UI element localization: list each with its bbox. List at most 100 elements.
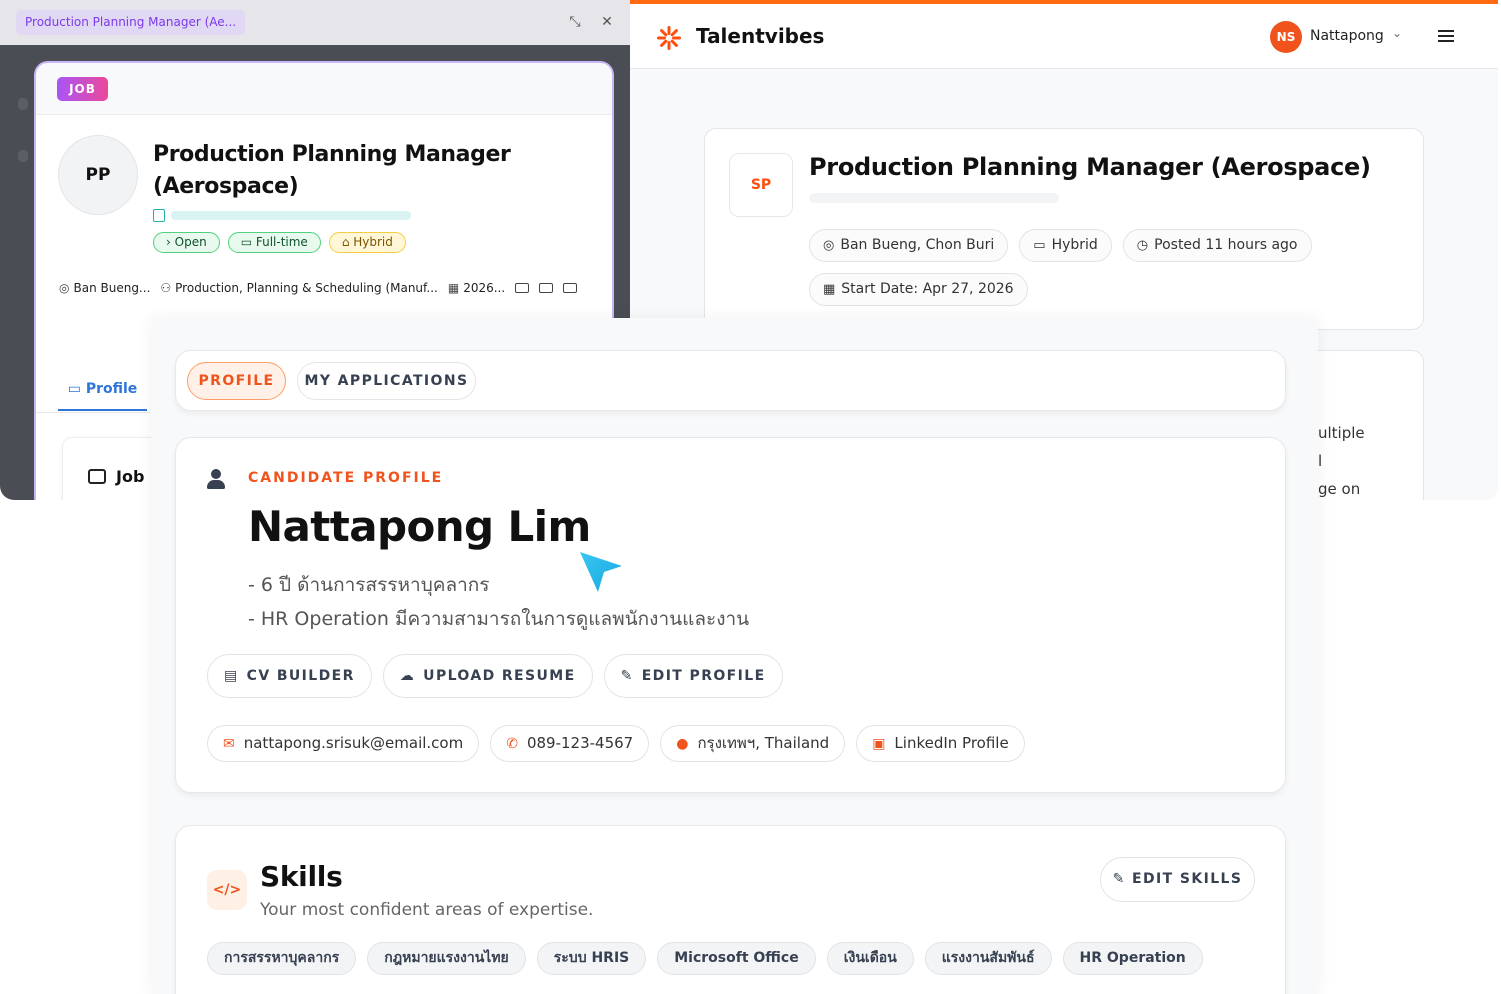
bio-line: - 6 ปี ด้านการสรรหาบุคลากร [248,574,490,596]
edit-icon: ✎ [1112,871,1133,887]
tag-hybrid: ⌂ Hybrid [328,232,406,253]
bio-line: - HR Operation มีความสามารถในการดูแลพนัก… [248,608,750,630]
money-icon [515,283,530,293]
meta-location: ◎ Ban Bueng... [59,281,150,295]
linkedin-chip[interactable]: ▣ LinkedIn Profile [856,725,1025,762]
chevron-right-icon: › [166,235,175,249]
chevron-down-icon[interactable]: ⌄ [1392,26,1402,40]
cloud-upload-icon: ☁ [399,668,416,684]
skill-chip: เงินเดือน [826,942,914,975]
skill-chip: แรงงานสัมพันธ์ [924,942,1052,975]
briefcase-icon: ▭ [240,235,256,249]
chip-label: Hybrid [1051,237,1098,253]
chip-label: Ban Bueng, Chon Buri [840,237,995,253]
person-icon [207,469,225,489]
button-label: UPLOAD RESUME [423,668,576,684]
chip-posted: ◷ Posted 11 hours ago [1122,229,1312,262]
linkedin-icon: ▣ [872,736,886,752]
chip-label: Posted 11 hours ago [1154,237,1298,253]
section-eyebrow: CANDIDATE PROFILE [248,470,444,486]
people-icon: ⚇ [160,281,172,295]
cursor-icon [580,552,622,592]
meta-date: ▦ 2026... [448,281,505,295]
profile-tabbar: PROFILE MY APPLICATIONS [175,350,1286,411]
chip-label: 089-123-4567 [526,734,634,752]
window-titlebar: Production Planning Manager (Ae... ⤡ ✕ [0,0,630,45]
candidate-name: Nattapong Lim [248,502,591,551]
location-chip[interactable]: ● กรุงเทพฯ, Thailand [660,725,846,762]
company-name-blurred [809,193,1059,203]
meta-location-text: Ban Bueng... [73,281,151,295]
background-content [18,150,28,162]
map-pin-icon: ◎ [59,281,70,295]
calendar-icon: ▦ [823,282,836,297]
blurred-text [171,210,411,220]
clock-calendar-icon: ◷ [1136,238,1149,253]
peek-text: ultiple [1318,424,1365,442]
document-icon: ▤ [224,668,239,684]
tab-my-applications[interactable]: MY APPLICATIONS [297,362,476,400]
skill-list: การสรรหาบุคลากร กฎหมายแรงงานไทย ระบบ HRI… [207,942,1203,975]
person-icon-body [207,480,225,489]
tag-label: Full-time [255,235,308,249]
skill-chip: กฎหมายแรงงานไทย [367,942,526,975]
tab-profile-label: Profile [85,381,138,397]
peek-text: l [1318,452,1323,470]
job-tags: › Open ▭ Full-time ⌂ Hybrid [153,232,406,253]
skills-title: Skills [260,860,343,893]
job-badge: JOB [57,77,108,101]
upload-resume-button[interactable]: ☁ UPLOAD RESUME [382,654,593,698]
briefcase-icon [88,469,106,484]
skill-chip: Microsoft Office [657,942,816,975]
code-icon: </> [207,870,247,910]
company-logo: SP [729,153,793,217]
cv-builder-button[interactable]: ▤ CV BUILDER [207,654,372,698]
job-chips: ◎ Ban Bueng, Chon Buri ▭ Hybrid ◷ Posted 11… [809,229,1369,306]
skills-card: </> Skills Your most confident areas of … [175,825,1286,994]
tag-open: › Open [153,232,220,253]
briefcase-icon: ▭ [67,381,86,397]
skill-chip: HR Operation [1062,942,1203,975]
skill-chip: การสรรหาบุคลากร [207,942,357,975]
chip-label: LinkedIn Profile [894,734,1009,752]
minimize-icon[interactable]: ⤡ [565,12,585,32]
job-title: Production Planning Manager (Aerospace) [809,153,1371,181]
company-name-blurred [153,208,411,222]
home-icon: ⌂ [341,235,354,249]
job-meta-row: ◎ Ban Bueng... ⚇ Production, Planning & Sc… [59,281,578,295]
envelope-icon: ✉ [223,736,235,752]
button-label: EDIT SKILLS [1132,871,1243,887]
chip-start-date: ▦ Start Date: Apr 27, 2026 [809,273,1028,306]
meta-category-text: Production, Planning & Scheduling (Manuf… [175,281,438,295]
close-icon[interactable]: ✕ [597,12,617,32]
skills-subtitle: Your most confident areas of expertise. [260,900,594,920]
tab-profile[interactable]: ▭ Profile [58,369,147,411]
button-label: EDIT PROFILE [641,668,766,684]
brand-name[interactable]: Talentvibes [696,24,824,48]
menu-icon[interactable] [1438,30,1454,42]
map-pin-icon: ◎ [823,238,835,253]
edit-skills-button[interactable]: ✎ EDIT SKILLS [1100,857,1255,902]
email-chip[interactable]: ✉ nattapong.srisuk@email.com [207,725,480,762]
tag-full-time: ▭ Full-time [227,232,321,253]
edit-profile-button[interactable]: ✎ EDIT PROFILE [603,654,783,698]
window-tab[interactable]: Production Planning Manager (Ae... [16,10,246,35]
contact-chips: ✉ nattapong.srisuk@email.com ✆ 089-123-456… [207,725,1025,762]
briefcase-icon: ▭ [1033,238,1046,253]
talentvibes-logo-icon [657,26,681,50]
user-name[interactable]: Nattapong [1310,28,1384,44]
money-icon [539,283,554,293]
chip-work-mode: ▭ Hybrid [1019,229,1112,262]
calendar-icon: ▦ [447,281,460,295]
phone-icon: ✆ [506,736,518,752]
person-icon-head [211,469,221,479]
user-avatar[interactable]: NS [1270,21,1302,53]
phone-chip[interactable]: ✆ 089-123-4567 [490,725,650,762]
meta-date-text: 2026... [463,281,506,295]
job-title: Production Planning Manager (Aerospace) [153,142,511,199]
tag-label: Hybrid [353,235,393,249]
job-detail-card: SP Production Planning Manager (Aerospac… [704,128,1424,330]
chip-location: ◎ Ban Bueng, Chon Buri [809,229,1009,262]
tab-profile[interactable]: PROFILE [187,362,286,400]
background-content [18,98,28,110]
